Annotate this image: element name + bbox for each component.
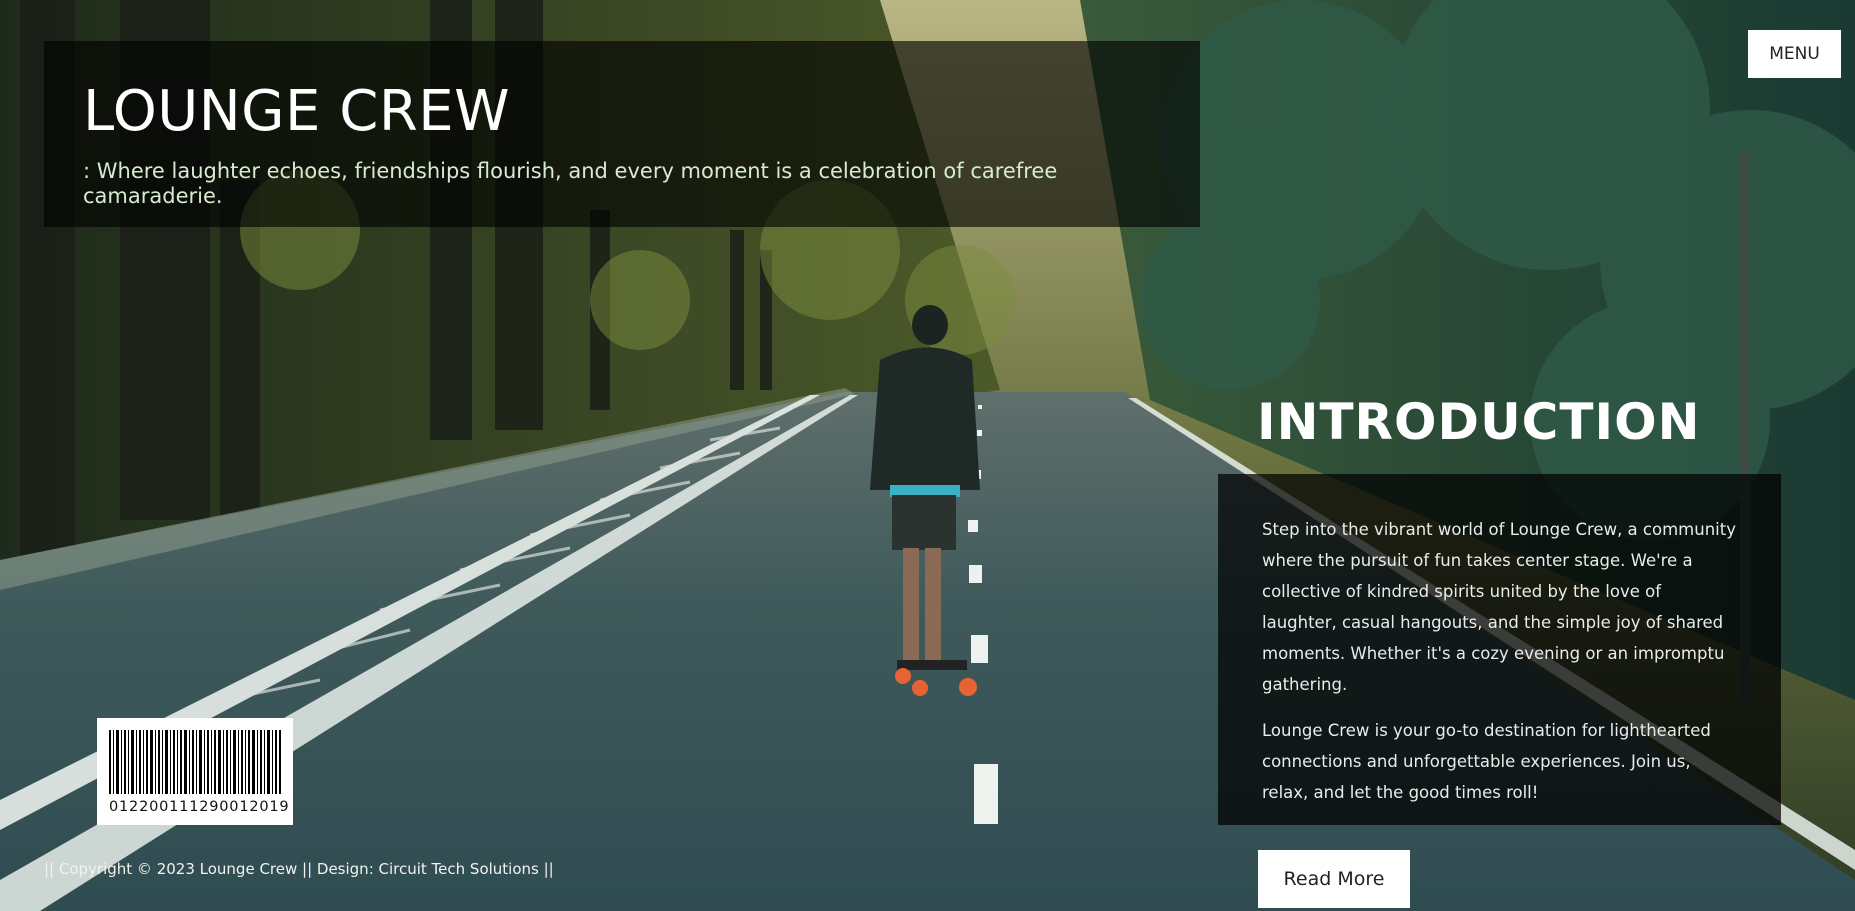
intro-paragraph-1: Step into the vibrant world of Lounge Cr… (1262, 520, 1736, 694)
read-more-button[interactable]: Read More (1258, 850, 1410, 908)
header-panel: LOUNGE CREW : Where laughter echoes, fri… (44, 41, 1200, 227)
site-tagline: : Where laughter echoes, friendships flo… (83, 158, 1058, 208)
menu-button[interactable]: MENU (1748, 30, 1841, 78)
intro-paragraph-2: Lounge Crew is your go-to destination fo… (1262, 721, 1711, 802)
footer-copyright: || Copyright © 2023 Lounge Crew || Desig… (44, 860, 554, 878)
barcode: 012200111290012019 (97, 718, 293, 825)
site-title: LOUNGE CREW (83, 79, 511, 144)
intro-title: INTRODUCTION (1257, 393, 1701, 451)
page: LOUNGE CREW : Where laughter echoes, fri… (0, 0, 1855, 911)
intro-panel: Step into the vibrant world of Lounge Cr… (1218, 474, 1781, 825)
barcode-number: 012200111290012019 (109, 799, 290, 815)
barcode-bars-icon (109, 730, 281, 794)
